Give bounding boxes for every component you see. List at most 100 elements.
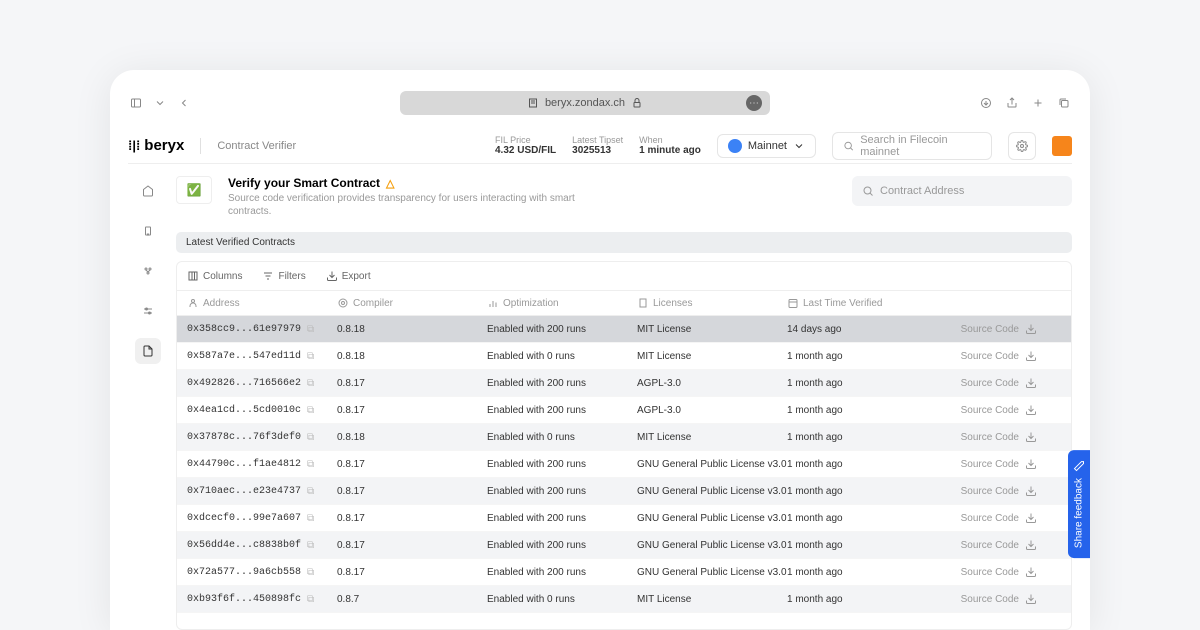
source-code-link[interactable]: Source Code bbox=[917, 512, 1037, 524]
table-row[interactable]: 0x358cc9...61e97979⧉0.8.18Enabled with 2… bbox=[177, 316, 1071, 343]
chevron-down-icon[interactable] bbox=[152, 95, 168, 111]
copy-icon[interactable]: ⧉ bbox=[307, 486, 314, 497]
contract-address-input[interactable]: Contract Address bbox=[852, 176, 1072, 206]
sliders-icon bbox=[142, 305, 154, 317]
table-row[interactable]: 0xdcecf0...99e7a607⧉0.8.17Enabled with 2… bbox=[177, 505, 1071, 532]
lock-icon bbox=[631, 97, 643, 109]
verify-icon: ✅ bbox=[176, 176, 212, 204]
download-icon bbox=[1025, 350, 1037, 362]
cell-time: 1 month ago bbox=[787, 405, 917, 416]
cell-address: 0x37878c...76f3def0⧉ bbox=[187, 432, 337, 443]
sidebar-item-verify[interactable] bbox=[135, 338, 161, 364]
cell-time: 1 month ago bbox=[787, 432, 917, 443]
table-row[interactable]: 0xb93f6f...450898fc⧉0.8.7Enabled with 0 … bbox=[177, 586, 1071, 613]
more-icon[interactable]: ⋯ bbox=[746, 95, 762, 111]
source-code-link[interactable]: Source Code bbox=[917, 539, 1037, 551]
table-row[interactable]: 0x37878c...76f3def0⧉0.8.18Enabled with 0… bbox=[177, 424, 1071, 451]
cell-license: MIT License bbox=[637, 351, 787, 362]
url-bar[interactable]: beryx.zondax.ch ⋯ bbox=[400, 91, 770, 115]
tabs-icon[interactable] bbox=[1056, 95, 1072, 111]
table-row[interactable]: 0x44790c...f1ae4812⧉0.8.17Enabled with 2… bbox=[177, 451, 1071, 478]
clipboard-icon bbox=[142, 225, 154, 237]
cell-license: GNU General Public License v3.0 bbox=[637, 459, 787, 470]
filecoin-icon bbox=[728, 139, 742, 153]
source-code-link[interactable]: Source Code bbox=[917, 566, 1037, 578]
download-icon bbox=[1025, 323, 1037, 335]
stat-tipset: Latest Tipset3025513 bbox=[572, 135, 623, 156]
cell-address: 0x492826...716566e2⧉ bbox=[187, 378, 337, 389]
table-row[interactable]: 0x4ea1cd...5cd0010c⧉0.8.17Enabled with 2… bbox=[177, 397, 1071, 424]
copy-icon[interactable]: ⧉ bbox=[307, 405, 314, 416]
export-button[interactable]: Export bbox=[326, 270, 371, 282]
table-row[interactable]: 0x492826...716566e2⧉0.8.17Enabled with 2… bbox=[177, 370, 1071, 397]
source-code-link[interactable]: Source Code bbox=[917, 431, 1037, 443]
col-optimization[interactable]: Optimization bbox=[487, 297, 637, 309]
cell-time: 1 month ago bbox=[787, 513, 917, 524]
filters-button[interactable]: Filters bbox=[262, 270, 305, 282]
copy-icon[interactable]: ⧉ bbox=[307, 324, 314, 335]
cell-license: GNU General Public License v3.0 bbox=[637, 513, 787, 524]
feedback-button[interactable]: Share feedback bbox=[1068, 450, 1090, 558]
cell-compiler: 0.8.17 bbox=[337, 513, 487, 524]
download-icon bbox=[1025, 377, 1037, 389]
download-icon[interactable] bbox=[978, 95, 994, 111]
logo[interactable]: ⁞|⁞beryx bbox=[128, 137, 184, 154]
table-row[interactable]: 0x710aec...e23e4737⧉0.8.17Enabled with 2… bbox=[177, 478, 1071, 505]
copy-icon[interactable]: ⧉ bbox=[307, 351, 314, 362]
download-icon bbox=[1025, 566, 1037, 578]
cell-optimization: Enabled with 200 runs bbox=[487, 378, 637, 389]
copy-icon[interactable]: ⧉ bbox=[307, 459, 314, 470]
copy-icon[interactable]: ⧉ bbox=[307, 432, 314, 443]
tab-latest-verified[interactable]: Latest Verified Contracts bbox=[176, 232, 1072, 253]
columns-button[interactable]: Columns bbox=[187, 270, 242, 282]
download-icon bbox=[1025, 458, 1037, 470]
table-row[interactable]: 0x56dd4e...c8838b0f⧉0.8.17Enabled with 2… bbox=[177, 532, 1071, 559]
cell-address: 0x358cc9...61e97979⧉ bbox=[187, 324, 337, 335]
cell-optimization: Enabled with 200 runs bbox=[487, 459, 637, 470]
sidebar-toggle-icon[interactable] bbox=[128, 95, 144, 111]
col-compiler[interactable]: Compiler bbox=[337, 297, 487, 309]
copy-icon[interactable]: ⧉ bbox=[307, 567, 314, 578]
copy-icon[interactable]: ⧉ bbox=[307, 378, 314, 389]
cell-compiler: 0.8.7 bbox=[337, 594, 487, 605]
sidebar-item-home[interactable] bbox=[135, 178, 161, 204]
source-code-link[interactable]: Source Code bbox=[917, 485, 1037, 497]
wallet-icon[interactable] bbox=[1052, 136, 1072, 156]
table-row[interactable]: 0x587a7e...547ed11d⧉0.8.18Enabled with 0… bbox=[177, 343, 1071, 370]
cell-time: 1 month ago bbox=[787, 351, 917, 362]
table-row[interactable]: 0x72a577...9a6cb558⧉0.8.17Enabled with 2… bbox=[177, 559, 1071, 586]
back-icon[interactable] bbox=[176, 95, 192, 111]
cell-time: 14 days ago bbox=[787, 324, 917, 335]
settings-button[interactable] bbox=[1008, 132, 1036, 160]
cell-time: 1 month ago bbox=[787, 378, 917, 389]
cell-optimization: Enabled with 200 runs bbox=[487, 486, 637, 497]
export-icon bbox=[326, 270, 338, 282]
share-icon[interactable] bbox=[1004, 95, 1020, 111]
cell-compiler: 0.8.17 bbox=[337, 459, 487, 470]
download-icon bbox=[1025, 485, 1037, 497]
source-code-link[interactable]: Source Code bbox=[917, 323, 1037, 335]
col-address[interactable]: Address bbox=[187, 297, 337, 309]
sidebar-item-recent[interactable] bbox=[135, 218, 161, 244]
source-code-link[interactable]: Source Code bbox=[917, 377, 1037, 389]
source-code-link[interactable]: Source Code bbox=[917, 404, 1037, 416]
new-tab-icon[interactable] bbox=[1030, 95, 1046, 111]
copy-icon[interactable]: ⧉ bbox=[307, 540, 314, 551]
sidebar-item-leaderboard[interactable] bbox=[135, 258, 161, 284]
network-selector[interactable]: Mainnet bbox=[717, 134, 816, 158]
copy-icon[interactable]: ⧉ bbox=[307, 513, 314, 524]
copy-icon[interactable]: ⧉ bbox=[307, 594, 314, 605]
table-header: Address Compiler Optimization Licenses L… bbox=[177, 291, 1071, 316]
cell-license: GNU General Public License v3.0 bbox=[637, 540, 787, 551]
chart-icon bbox=[487, 297, 499, 309]
source-code-link[interactable]: Source Code bbox=[917, 458, 1037, 470]
global-search[interactable]: Search in Filecoin mainnet bbox=[832, 132, 992, 160]
cell-optimization: Enabled with 200 runs bbox=[487, 324, 637, 335]
table-toolbar: Columns Filters Export bbox=[177, 262, 1071, 291]
col-last-verified[interactable]: Last Time Verified bbox=[787, 297, 917, 309]
download-icon bbox=[1025, 593, 1037, 605]
col-licenses[interactable]: Licenses bbox=[637, 297, 787, 309]
sidebar-item-tools[interactable] bbox=[135, 298, 161, 324]
source-code-link[interactable]: Source Code bbox=[917, 593, 1037, 605]
source-code-link[interactable]: Source Code bbox=[917, 350, 1037, 362]
